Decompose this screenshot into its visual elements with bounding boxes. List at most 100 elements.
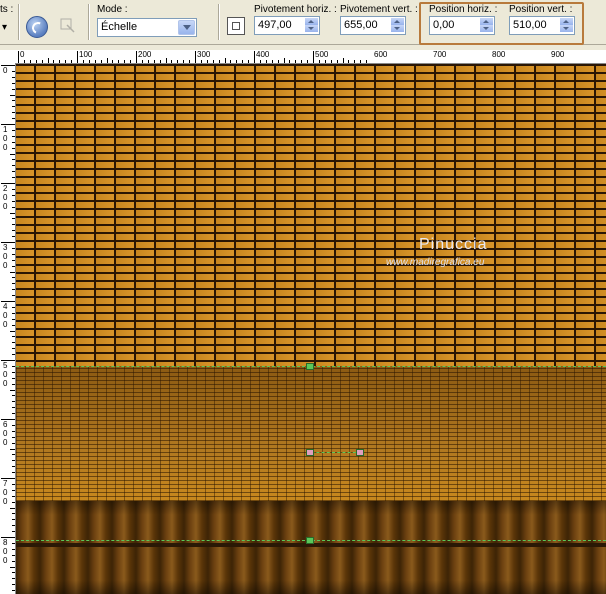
ruler-tick: [12, 336, 15, 338]
ruler-label: 400: [256, 50, 270, 59]
ruler-tick: [342, 58, 344, 63]
center-on-canvas-icon[interactable]: [227, 17, 245, 35]
ruler-tick: [12, 147, 15, 149]
pos-h-value: 0,00: [433, 19, 455, 31]
ruler-tick: [295, 60, 297, 63]
watermark-url: www.madiregrafica.eu: [386, 257, 485, 268]
ruler-label: 6: [3, 420, 8, 429]
ruler-tick: [12, 165, 15, 167]
pivot-v-stepper[interactable]: [391, 18, 404, 32]
ruler-tick: [159, 60, 161, 63]
ruler-label: 8: [3, 538, 8, 547]
ruler-tick: [12, 371, 15, 373]
ruler-tick: [265, 60, 267, 63]
ruler-tick: [124, 60, 126, 63]
ruler-tick: [12, 306, 15, 308]
ruler-label: 0: [3, 311, 8, 320]
ruler-tick: [12, 88, 15, 90]
ruler-tick: [12, 466, 15, 468]
pos-h-stepper[interactable]: [480, 18, 493, 32]
ruler-label: 0: [3, 556, 8, 565]
ruler-tick: [12, 70, 15, 72]
ruler-tick: [10, 330, 15, 332]
ruler-tick: [94, 60, 96, 63]
ruler-tick: [313, 51, 314, 63]
ruler-tick: [12, 401, 15, 403]
ruler-tick: [165, 58, 167, 63]
ruler-tick: [12, 483, 15, 485]
rotation-handle[interactable]: [356, 449, 364, 456]
ruler-tick: [12, 560, 15, 562]
ruler-tick: [12, 454, 15, 456]
chevron-down-icon[interactable]: [178, 20, 195, 35]
ruler-label: 900: [551, 50, 565, 59]
presets-dropdown-arrow[interactable]: ▾: [2, 22, 7, 33]
pivot-v-label: Pivotement vert. :: [340, 4, 418, 15]
apply-icon[interactable]: [58, 16, 76, 34]
ruler-tick: [12, 277, 15, 279]
ruler-tick: [12, 118, 15, 120]
pos-h-input[interactable]: 0,00: [429, 16, 495, 35]
ruler-tick: [12, 200, 15, 202]
horizontal-ruler: 0 100 200 300 400 500 600 700 800 900: [15, 50, 606, 64]
ruler-tick: [12, 318, 15, 320]
ruler-tick: [12, 578, 15, 580]
ruler-label: 0: [3, 134, 8, 143]
ruler-tick: [65, 60, 67, 63]
ruler-label: 800: [492, 50, 506, 59]
ruler-tick: [10, 448, 15, 450]
ruler-label: 0: [3, 193, 8, 202]
deform-handle[interactable]: [306, 363, 314, 370]
ruler-label: 0: [3, 202, 8, 211]
separator: [88, 4, 90, 40]
pos-v-input[interactable]: 510,00: [509, 16, 575, 35]
ruler-tick: [41, 60, 43, 63]
ruler-tick: [171, 60, 173, 63]
toolbar: ts : ▾ Mode : Échelle Pivotement horiz. …: [0, 0, 606, 45]
ruler-tick: [12, 141, 15, 143]
ruler-tick: [147, 60, 149, 63]
pivot-h-label: Pivotement horiz. :: [254, 4, 337, 15]
pivot-h-stepper[interactable]: [305, 18, 318, 32]
pos-v-stepper[interactable]: [560, 18, 573, 32]
ruler-tick: [360, 60, 362, 63]
ruler-tick: [277, 60, 279, 63]
brick-floor: [16, 366, 606, 501]
ruler-tick: [12, 554, 15, 556]
ruler-label: 1: [3, 125, 8, 134]
ruler-tick: [10, 271, 15, 273]
ruler-tick: [12, 247, 15, 249]
pivot-v-input[interactable]: 655,00: [340, 16, 406, 35]
ruler-tick: [12, 324, 15, 326]
image-canvas[interactable]: Pinuccia www.madiregrafica.eu: [16, 64, 606, 594]
ruler-label: 0: [3, 66, 8, 75]
ruler-label: 4: [3, 302, 8, 311]
ruler-tick: [47, 58, 49, 63]
ruler-tick: [106, 58, 108, 63]
deform-handle[interactable]: [306, 537, 314, 544]
pivot-handle[interactable]: [306, 449, 314, 456]
ruler-tick: [12, 253, 15, 255]
ruler-tick: [12, 135, 15, 137]
pivot-h-input[interactable]: 497,00: [254, 16, 320, 35]
ruler-tick: [242, 60, 244, 63]
separator: [218, 4, 220, 40]
ruler-tick: [12, 236, 15, 238]
ruler-tick: [12, 489, 15, 491]
ruler-tick: [259, 60, 261, 63]
ruler-label: 0: [3, 261, 8, 270]
ruler-tick: [59, 60, 61, 63]
ruler-label: 600: [374, 50, 388, 59]
ruler-label: 500: [315, 50, 329, 59]
ruler-tick: [12, 348, 15, 350]
ruler-tick: [318, 60, 320, 63]
ruler-tick: [23, 60, 25, 63]
ruler-label: 100: [79, 50, 93, 59]
ruler-tick: [195, 51, 196, 63]
ruler-tick: [12, 76, 15, 78]
undo-icon[interactable]: [26, 16, 48, 38]
ruler-tick: [12, 513, 15, 515]
ruler-tick: [12, 424, 15, 426]
mode-select[interactable]: Échelle: [97, 18, 197, 37]
ruler-tick: [336, 60, 338, 63]
